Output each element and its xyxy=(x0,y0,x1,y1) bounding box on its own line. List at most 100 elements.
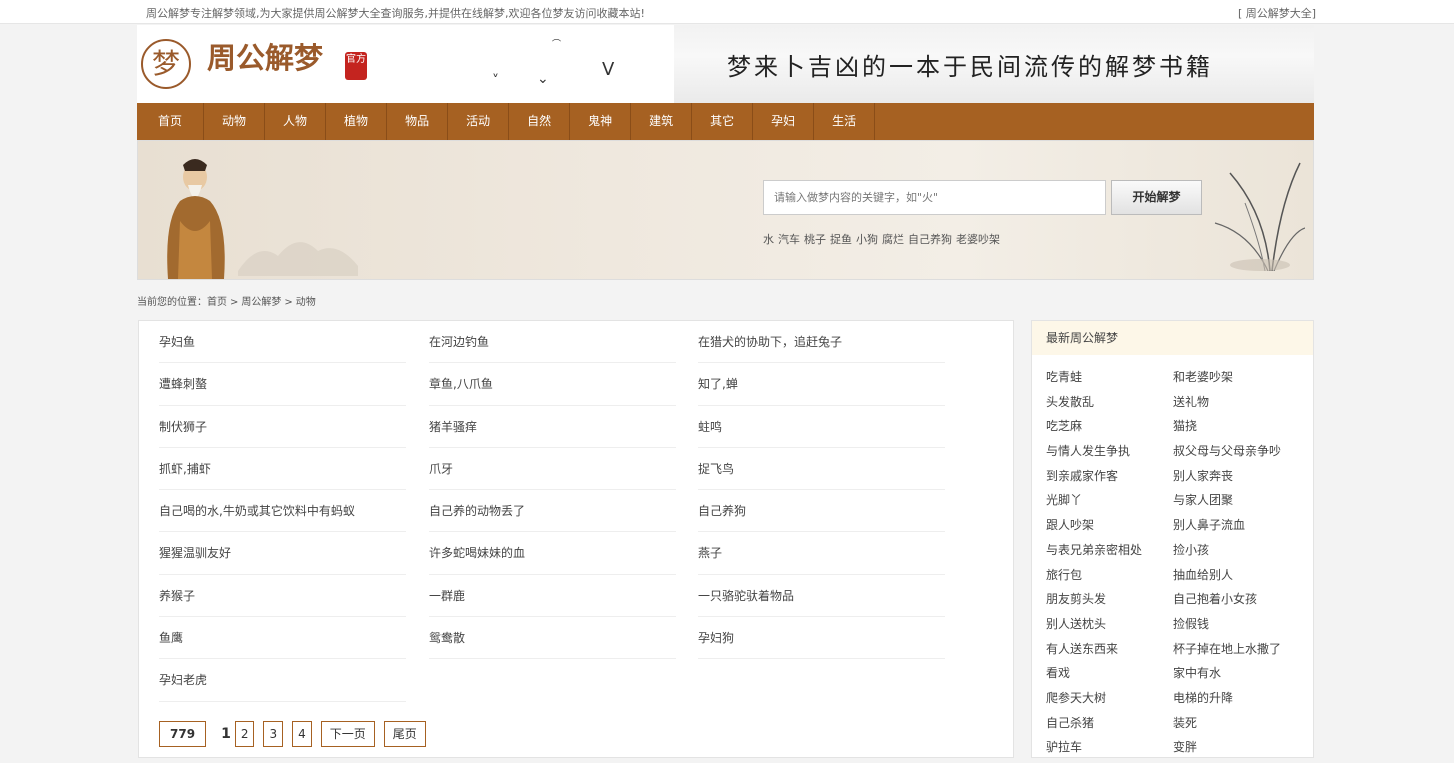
dream-list-item[interactable]: 养猴子 xyxy=(159,575,406,618)
nav-link[interactable]: 植物 xyxy=(326,103,386,140)
dream-list-item[interactable]: 猪羊骚痒 xyxy=(429,406,676,448)
nav-link[interactable]: 动物 xyxy=(204,103,264,140)
sidebar-link[interactable]: 和老婆吵架 xyxy=(1173,368,1233,385)
dream-list-item[interactable]: 知了,蝉 xyxy=(698,363,945,406)
nav-link[interactable]: 鬼神 xyxy=(570,103,630,140)
breadcrumb-item[interactable]: 首页 xyxy=(207,297,227,308)
dream-list-item[interactable]: 遭蜂刺螯 xyxy=(159,363,406,406)
sidebar-link[interactable]: 捡小孩 xyxy=(1173,541,1209,558)
hot-keyword-link[interactable]: 桃子 xyxy=(804,233,826,246)
logo-icon[interactable]: 梦 xyxy=(141,39,191,89)
hot-keyword-link[interactable]: 自己养狗 xyxy=(908,233,952,246)
page-number-button[interactable]: 3 xyxy=(263,721,284,747)
sidebar-link[interactable]: 家中有水 xyxy=(1173,664,1221,681)
sidebar-link[interactable]: 朋友剪头发 xyxy=(1046,590,1106,607)
dream-list-item[interactable]: 抓虾,捕虾 xyxy=(159,448,406,491)
top-link-dream-dictionary[interactable]: [ 周公解梦大全] xyxy=(1238,5,1316,21)
nav-item[interactable]: 建筑 xyxy=(631,103,693,140)
sidebar-link[interactable]: 抽血给别人 xyxy=(1173,566,1233,583)
page-number-button[interactable]: 2 xyxy=(234,721,255,747)
sidebar-link[interactable]: 自己抱着小女孩 xyxy=(1173,590,1257,607)
sidebar-link[interactable]: 捡假钱 xyxy=(1173,615,1209,632)
last-page-button[interactable]: 尾页 xyxy=(383,721,426,747)
dream-list-item[interactable]: 许多蛇喝妹妹的血 xyxy=(429,532,676,575)
nav-item[interactable]: 鬼神 xyxy=(570,103,632,140)
nav-link[interactable]: 活动 xyxy=(448,103,508,140)
nav-item[interactable]: 植物 xyxy=(326,103,388,140)
page-number-button[interactable]: 4 xyxy=(292,721,312,747)
sidebar-link[interactable]: 吃芝麻 xyxy=(1046,417,1082,434)
sidebar-link[interactable]: 爬参天大树 xyxy=(1046,689,1106,706)
sidebar-link[interactable]: 自己杀猪 xyxy=(1046,714,1094,731)
dream-list-item[interactable]: 自己养的动物丢了 xyxy=(429,490,676,533)
sidebar-link[interactable]: 装死 xyxy=(1173,714,1197,731)
hot-keyword-link[interactable]: 汽车 xyxy=(778,233,800,246)
nav-link[interactable]: 其它 xyxy=(692,103,752,140)
nav-item[interactable]: 物品 xyxy=(387,103,449,140)
sidebar-link[interactable]: 猫挠 xyxy=(1173,417,1197,434)
sidebar-link[interactable]: 头发散乱 xyxy=(1046,393,1094,410)
sidebar-link[interactable]: 变胖 xyxy=(1173,738,1197,755)
hot-keyword-link[interactable]: 老婆吵架 xyxy=(956,233,1000,246)
dream-list-item[interactable]: 一群鹿 xyxy=(429,575,676,618)
nav-item[interactable]: 孕妇 xyxy=(753,103,815,140)
dream-list-item[interactable]: 章鱼,八爪鱼 xyxy=(429,363,676,406)
hot-keyword-link[interactable]: 水 xyxy=(763,233,774,246)
nav-link[interactable]: 建筑 xyxy=(631,103,691,140)
dream-list-item[interactable]: 一只骆驼驮着物品 xyxy=(698,575,945,618)
nav-link[interactable]: 自然 xyxy=(509,103,569,140)
sidebar-link[interactable]: 看戏 xyxy=(1046,664,1070,681)
search-button[interactable]: 开始解梦 xyxy=(1111,180,1202,215)
dream-list-item[interactable]: 孕妇鱼 xyxy=(159,321,406,364)
nav-link[interactable]: 首页 xyxy=(137,103,203,140)
dream-list-item[interactable]: 捉飞鸟 xyxy=(698,448,945,491)
sidebar-link[interactable]: 与情人发生争执 xyxy=(1046,442,1130,459)
dream-list-item[interactable]: 鸳鸯散 xyxy=(429,617,676,660)
dream-list-item[interactable]: 自己喝的水,牛奶或其它饮料中有蚂蚁 xyxy=(159,490,406,533)
nav-link[interactable]: 生活 xyxy=(814,103,874,140)
sidebar-link[interactable]: 别人鼻子流血 xyxy=(1173,516,1245,533)
sidebar-link[interactable]: 别人送枕头 xyxy=(1046,615,1106,632)
sidebar-link[interactable]: 吃青蛙 xyxy=(1046,368,1082,385)
nav-item[interactable]: 首页 xyxy=(137,103,205,140)
search-input[interactable]: 请输入做梦内容的关键字，如"火" xyxy=(763,180,1106,215)
sidebar-link[interactable]: 叔父母与父母亲争吵 xyxy=(1173,442,1281,459)
sidebar-link[interactable]: 驴拉车 xyxy=(1046,738,1082,755)
sidebar-link[interactable]: 电梯的升降 xyxy=(1173,689,1233,706)
dream-list-item[interactable]: 在河边钓鱼 xyxy=(429,321,676,364)
dream-list-item[interactable]: 在猎犬的协助下，追赶兔子 xyxy=(698,321,945,364)
sidebar-link[interactable]: 跟人吵架 xyxy=(1046,516,1094,533)
hot-keyword-link[interactable]: 小狗 xyxy=(856,233,878,246)
dream-list-item[interactable]: 孕妇狗 xyxy=(698,617,945,660)
hot-keyword-link[interactable]: 捉鱼 xyxy=(830,233,852,246)
dream-list-item[interactable]: 鱼鹰 xyxy=(159,617,406,660)
sidebar-link[interactable]: 光脚丫 xyxy=(1046,491,1082,508)
nav-item[interactable]: 人物 xyxy=(265,103,327,140)
sidebar-link[interactable]: 杯子掉在地上水撒了 xyxy=(1173,640,1281,657)
dream-list-item[interactable]: 爪牙 xyxy=(429,448,676,491)
nav-item[interactable]: 动物 xyxy=(204,103,266,140)
sidebar-link[interactable]: 旅行包 xyxy=(1046,566,1082,583)
nav-link[interactable]: 人物 xyxy=(265,103,325,140)
nav-item[interactable]: 生活 xyxy=(814,103,876,140)
sidebar-link[interactable]: 与家人团聚 xyxy=(1173,491,1233,508)
sidebar-link[interactable]: 别人家奔丧 xyxy=(1173,467,1233,484)
sidebar-link[interactable]: 到亲戚家作客 xyxy=(1046,467,1118,484)
dream-list-item[interactable]: 自己养狗 xyxy=(698,490,945,533)
sidebar-link[interactable]: 与表兄弟亲密相处 xyxy=(1046,541,1142,558)
dream-list-item[interactable]: 猩猩温驯友好 xyxy=(159,532,406,575)
dream-list-item[interactable]: 燕子 xyxy=(698,532,945,575)
nav-item[interactable]: 活动 xyxy=(448,103,510,140)
nav-link[interactable]: 孕妇 xyxy=(753,103,813,140)
dream-list-item[interactable]: 孕妇老虎 xyxy=(159,659,406,702)
logo-text[interactable]: 周公解梦 xyxy=(207,35,323,77)
nav-link[interactable]: 物品 xyxy=(387,103,447,140)
breadcrumb-item[interactable]: 周公解梦 xyxy=(241,297,281,308)
nav-item[interactable]: 其它 xyxy=(692,103,754,140)
hot-keyword-link[interactable]: 腐烂 xyxy=(882,233,904,246)
dream-list-item[interactable]: 制伏狮子 xyxy=(159,406,406,448)
nav-item[interactable]: 自然 xyxy=(509,103,571,140)
next-page-button[interactable]: 下一页 xyxy=(320,721,375,747)
sidebar-link[interactable]: 送礼物 xyxy=(1173,393,1209,410)
dream-list-item[interactable]: 蛀鸣 xyxy=(698,406,945,448)
